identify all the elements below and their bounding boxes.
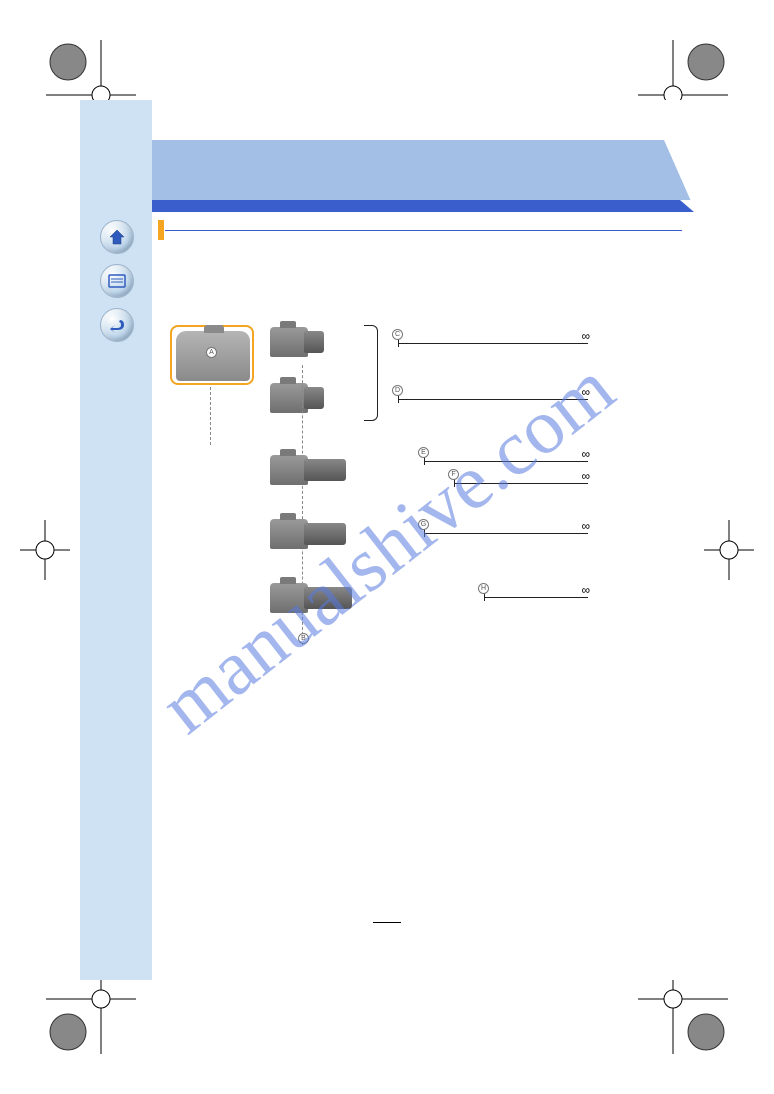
camera-side-mid-2 [270,513,334,557]
callout-d: D [392,385,403,396]
camera-top-view: A [170,325,254,385]
infinity-d: ∞ [581,385,590,399]
range-line-f: ∞ [454,483,588,484]
home-icon [108,228,126,246]
callout-e: E [418,447,429,458]
home-button[interactable] [100,220,134,254]
range-line-e: ∞ [424,461,588,462]
range-line-c: ∞ [398,343,588,344]
infinity-e: ∞ [581,447,590,461]
camera-side-collapsed-1 [270,321,334,365]
camera-side-long [270,577,334,621]
callout-g: G [418,519,429,530]
page-frame: A B ∞ C [80,100,694,980]
infinity-h: ∞ [581,583,590,597]
range-line-g: ∞ [424,533,588,534]
menu-icon [108,274,126,288]
camera-side-mid-1 [270,449,334,493]
infinity-f: ∞ [581,469,590,483]
page-number [80,910,694,928]
range-line-d: ∞ [398,399,588,400]
crop-mark-mid-right [704,520,754,580]
callout-h: H [478,583,489,594]
brace [364,325,378,421]
range-line-h: ∞ [484,597,588,598]
infinity-g: ∞ [581,519,590,533]
infinity-c: ∞ [581,329,590,343]
callout-b: B [298,633,309,644]
back-icon [108,317,126,333]
callout-c: C [392,329,403,340]
chapter-blue-bar [152,200,694,212]
crop-mark-mid-left [20,520,70,580]
back-button[interactable] [100,308,134,342]
dashed-leader-a [210,387,211,445]
section-underline [165,230,682,231]
section-marker [158,220,164,240]
menu-button[interactable] [100,264,134,298]
lens-range-diagram: A B ∞ C [170,325,680,705]
callout-a: A [206,347,217,358]
callout-f: F [448,469,459,480]
chapter-header-band [152,140,694,208]
